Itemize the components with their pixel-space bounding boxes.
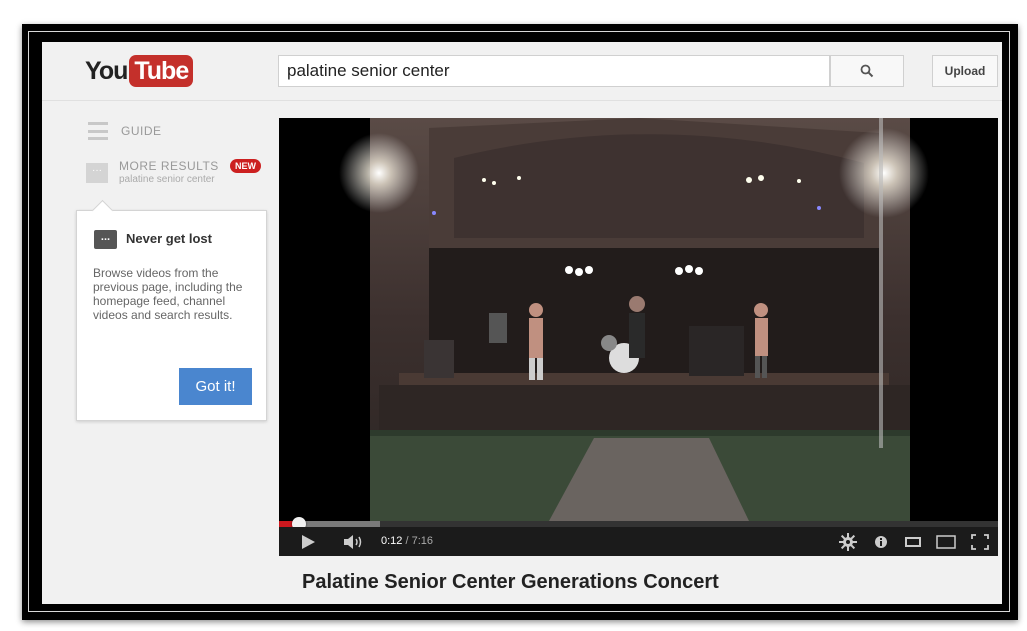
search-icon: [860, 64, 874, 78]
guide-tooltip-card: ... Never get lost Browse videos from th…: [76, 199, 267, 421]
search-input[interactable]: palatine senior center: [278, 55, 830, 87]
time-display: 0:12 / 7:16: [381, 527, 433, 556]
youtube-page: You Tube palatine senior center Upload G…: [42, 42, 1002, 604]
small-player-icon: [905, 536, 921, 547]
video-frame[interactable]: [279, 118, 998, 521]
video-title: Palatine Senior Center Generations Conce…: [302, 571, 719, 593]
duration: / 7:16: [405, 535, 434, 547]
small-player-button[interactable]: [901, 527, 925, 556]
volume-icon: [344, 534, 362, 549]
upload-button[interactable]: Upload: [932, 55, 998, 87]
search-button[interactable]: [830, 55, 904, 87]
fullscreen-icon: [971, 533, 989, 550]
more-results-label: MORE RESULTS: [119, 159, 219, 173]
play-icon: [302, 534, 315, 549]
tooltip-title: Never get lost: [126, 231, 212, 246]
youtube-logo[interactable]: You Tube: [85, 54, 194, 88]
got-it-button[interactable]: Got it!: [179, 368, 252, 405]
new-badge: NEW: [230, 159, 261, 173]
player-controls: 0:12 / 7:16: [279, 527, 998, 556]
guide-button[interactable]: GUIDE: [88, 122, 162, 140]
masthead: You Tube palatine senior center Upload: [42, 42, 1002, 101]
more-results-icon: ···: [86, 163, 108, 183]
play-button[interactable]: [295, 527, 321, 556]
info-button[interactable]: [871, 527, 891, 556]
logo-tube-text: Tube: [129, 55, 194, 87]
large-player-button[interactable]: [933, 527, 959, 556]
settings-button[interactable]: [836, 527, 860, 556]
video-player[interactable]: 0:12 / 7:16: [279, 118, 998, 556]
more-results-query: palatine senior center: [119, 174, 215, 185]
large-player-icon: [936, 534, 956, 549]
guide-icon: [88, 122, 108, 140]
tooltip-arrow: [91, 199, 114, 222]
info-icon: [875, 535, 887, 548]
tooltip-body: Browse videos from the previous page, in…: [93, 266, 243, 322]
settings-icon: [839, 532, 857, 551]
fullscreen-button[interactable]: [967, 527, 993, 556]
current-time: 0:12: [381, 535, 403, 547]
logo-you-text: You: [85, 56, 128, 85]
more-results-icon: ...: [94, 230, 117, 249]
volume-button[interactable]: [341, 527, 367, 556]
guide-label: GUIDE: [121, 124, 162, 138]
